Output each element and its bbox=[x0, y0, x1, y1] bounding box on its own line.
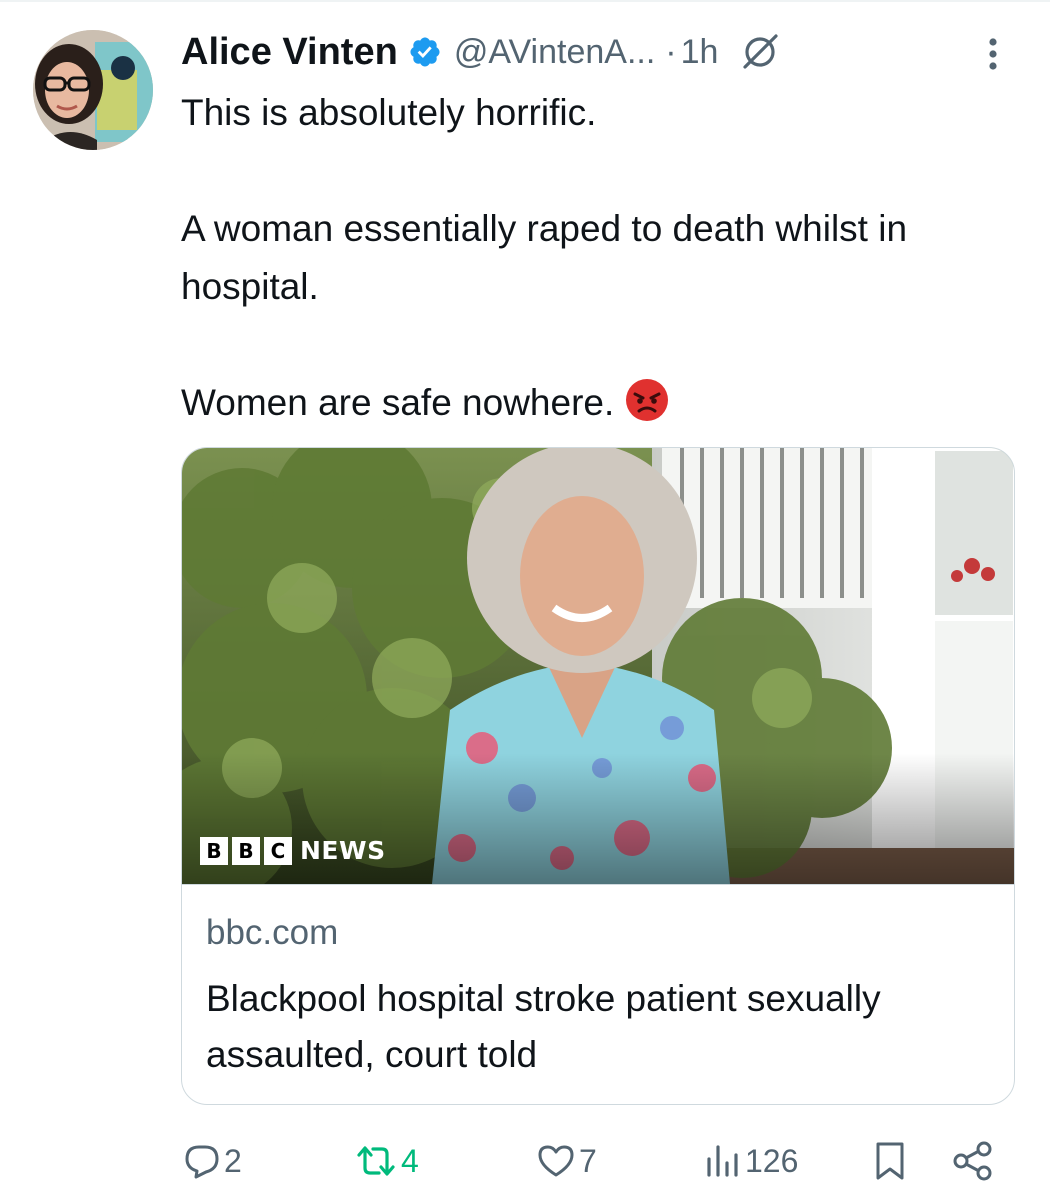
share-icon bbox=[951, 1140, 995, 1182]
tweet-text-line: This is absolutely horrific. bbox=[181, 92, 597, 133]
tweet-text: This is absolutely horrific. A woman ess… bbox=[181, 84, 941, 432]
tweet-text-line: Women are safe nowhere. bbox=[181, 374, 941, 432]
share-button[interactable] bbox=[951, 1135, 995, 1187]
like-button[interactable]: 7 bbox=[535, 1135, 597, 1187]
card-domain: bbc.com bbox=[206, 913, 339, 952]
card-image[interactable]: B B C NEWS bbox=[182, 448, 1014, 898]
repost-icon bbox=[353, 1141, 399, 1181]
tweet-header: Alice Vinten @AVintenA... · 1h bbox=[181, 26, 780, 78]
tweet-time[interactable]: 1h bbox=[681, 33, 719, 72]
repost-count: 4 bbox=[401, 1142, 419, 1179]
like-icon bbox=[535, 1141, 577, 1181]
bbc-news-logo: B B C NEWS bbox=[200, 836, 386, 865]
avatar[interactable] bbox=[33, 30, 153, 150]
author-handle[interactable]: @AVintenA... bbox=[454, 33, 655, 72]
like-count: 7 bbox=[579, 1142, 597, 1179]
reply-button[interactable]: 2 bbox=[182, 1135, 242, 1187]
bookmark-button[interactable] bbox=[872, 1135, 908, 1187]
bookmark-icon bbox=[872, 1140, 908, 1182]
reply-icon bbox=[182, 1141, 222, 1181]
views-icon bbox=[703, 1141, 743, 1181]
top-divider bbox=[0, 0, 1050, 2]
author-name[interactable]: Alice Vinten bbox=[181, 31, 398, 74]
card-title: Blackpool hospital stroke patient sexual… bbox=[206, 978, 881, 1075]
separator-dot: · bbox=[665, 32, 677, 71]
link-card[interactable]: B B C NEWS bbc.com Blackpool hospital st… bbox=[181, 447, 1015, 1105]
more-icon[interactable] bbox=[981, 34, 1005, 74]
views-count: 126 bbox=[745, 1142, 799, 1179]
views-button[interactable]: 126 bbox=[703, 1135, 798, 1187]
bbc-logo-block: B bbox=[200, 836, 228, 865]
bbc-logo-block: B bbox=[232, 836, 260, 865]
card-footer[interactable]: bbc.com Blackpool hospital stroke patien… bbox=[182, 884, 1014, 1104]
action-bar: 2 4 7 126 bbox=[0, 1135, 1050, 1187]
tweet-text-span: Women are safe nowhere. bbox=[181, 382, 615, 423]
angry-face-emoji-icon bbox=[624, 377, 670, 423]
reply-count: 2 bbox=[224, 1142, 242, 1179]
bbc-logo-block: C bbox=[264, 836, 292, 865]
tweet-text-line: A woman essentially raped to death whils… bbox=[181, 208, 908, 307]
verified-badge-icon[interactable] bbox=[408, 35, 442, 69]
repost-button[interactable]: 4 bbox=[353, 1135, 419, 1187]
bbc-logo-word: NEWS bbox=[300, 836, 386, 865]
grok-icon[interactable] bbox=[740, 32, 780, 72]
